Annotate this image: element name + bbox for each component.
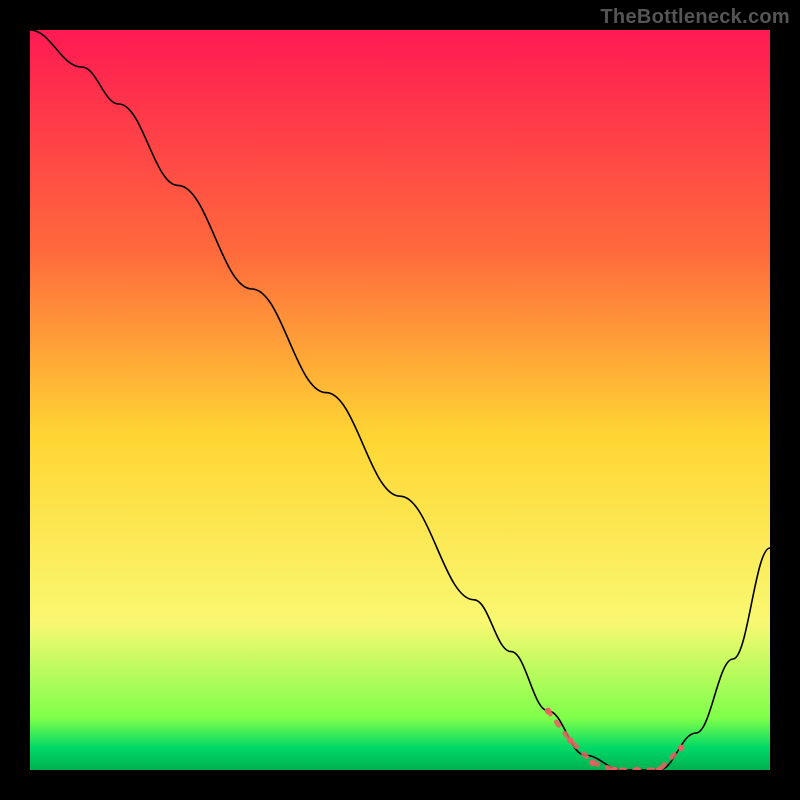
- sweet-spot-dot: [589, 759, 595, 765]
- gradient-background: [30, 30, 770, 770]
- plot-svg: [30, 30, 770, 770]
- sweet-spot-dot: [678, 745, 684, 751]
- sweet-spot-dot: [545, 708, 551, 714]
- sweet-spot-dot: [567, 737, 573, 743]
- plot-area: [30, 30, 770, 770]
- chart-root: TheBottleneck.com: [0, 0, 800, 800]
- watermark-text: TheBottleneck.com: [600, 6, 790, 29]
